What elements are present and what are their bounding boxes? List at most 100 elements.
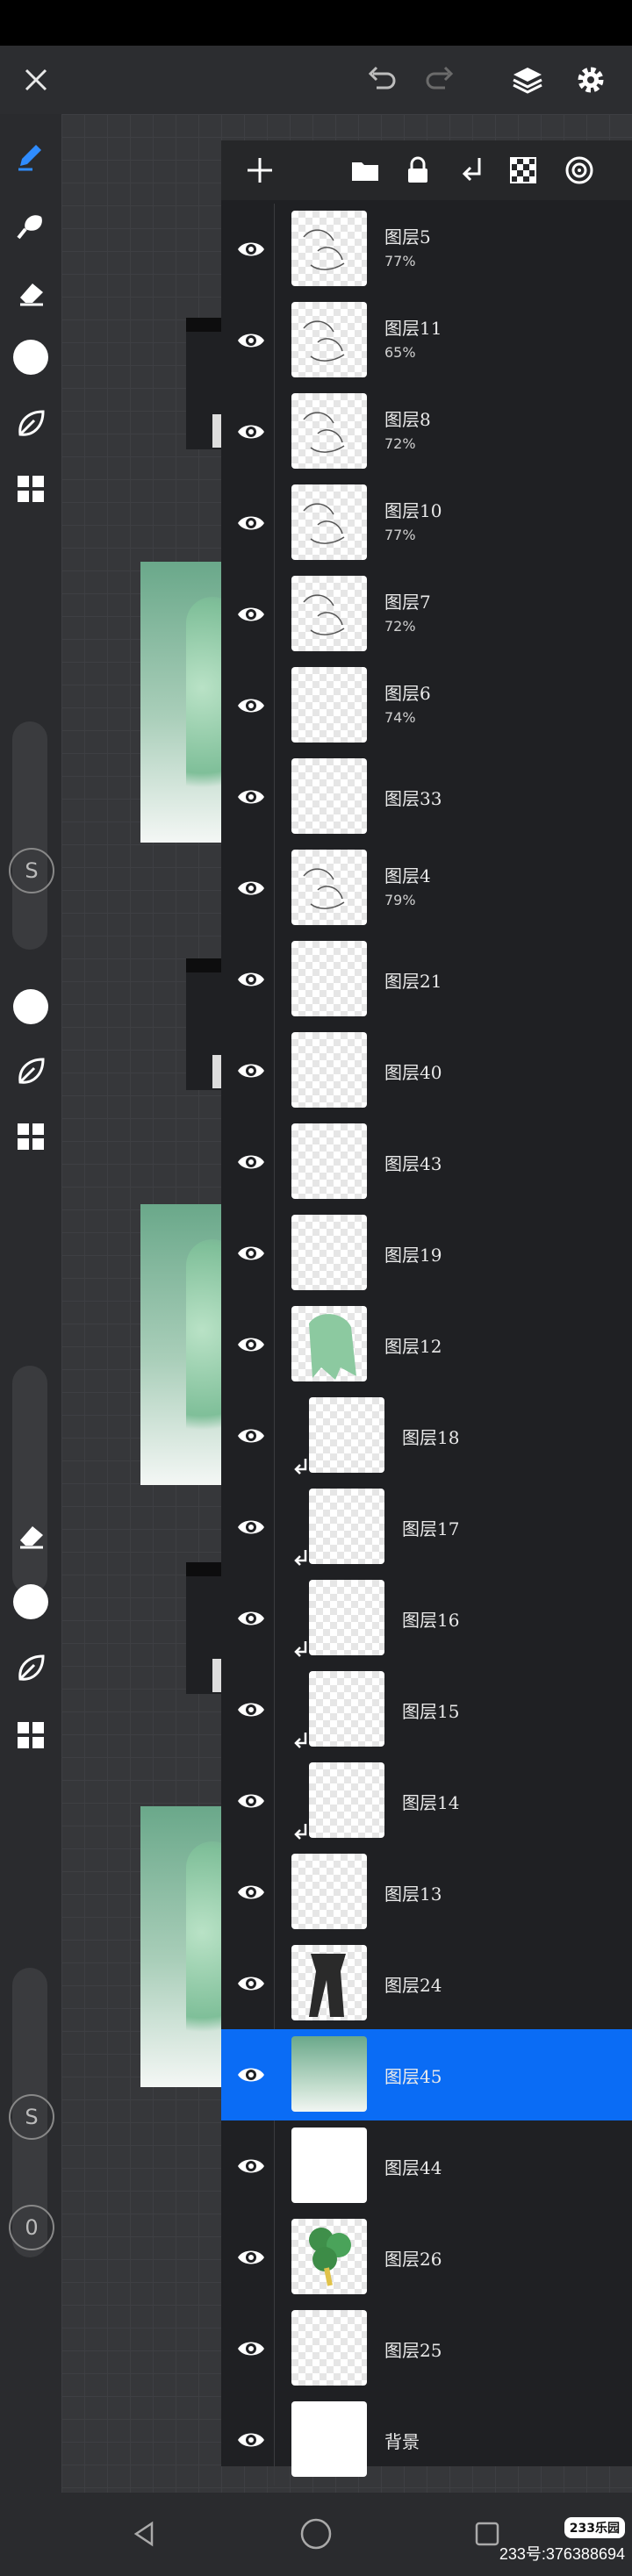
home-icon[interactable]	[292, 2510, 340, 2558]
layer-row[interactable]: 图层45	[221, 2029, 632, 2120]
layer-row[interactable]: 图层43	[221, 1116, 632, 1208]
visibility-eye-icon[interactable]	[228, 318, 274, 363]
layer-row[interactable]: 图层26	[221, 2212, 632, 2303]
layer-row[interactable]: 图层33	[221, 751, 632, 843]
pen-icon[interactable]	[7, 132, 54, 179]
visibility-eye-icon[interactable]	[228, 683, 274, 728]
visibility-eye-icon[interactable]	[228, 1869, 274, 1915]
color-swatch[interactable]	[7, 334, 54, 381]
visibility-eye-icon[interactable]	[228, 1048, 274, 1094]
layer-thumbnail[interactable]	[309, 1580, 384, 1655]
visibility-eye-icon[interactable]	[228, 409, 274, 455]
layer-row[interactable]: 图层25	[221, 2303, 632, 2394]
layer-thumbnail[interactable]	[291, 1215, 367, 1290]
layer-row[interactable]: 图层12	[221, 1299, 632, 1390]
close-icon[interactable]	[12, 56, 60, 104]
layer-row[interactable]: 图层5 77%	[221, 204, 632, 295]
smudge-icon[interactable]	[7, 202, 54, 249]
lock-icon[interactable]	[397, 149, 439, 191]
layer-row[interactable]: 图层4 79%	[221, 843, 632, 934]
color-swatch[interactable]	[7, 1578, 54, 1625]
visibility-eye-icon[interactable]	[228, 1687, 274, 1733]
visibility-eye-icon[interactable]	[228, 1961, 274, 2006]
eraser-icon[interactable]	[7, 1511, 54, 1559]
layer-thumbnail[interactable]	[291, 1306, 367, 1381]
brush-size-slider[interactable]	[12, 721, 47, 950]
layer-thumbnail[interactable]	[291, 2128, 367, 2203]
layer-thumbnail[interactable]	[291, 576, 367, 651]
leaf-icon[interactable]	[7, 400, 54, 448]
layer-row[interactable]: 图层40	[221, 1025, 632, 1116]
layer-row[interactable]: 图层7 72%	[221, 569, 632, 660]
add-layer-icon[interactable]	[239, 149, 281, 191]
gear-icon[interactable]	[567, 56, 614, 104]
visibility-eye-icon[interactable]	[228, 2143, 274, 2189]
color-swatch[interactable]	[7, 983, 54, 1030]
layer-thumbnail[interactable]	[291, 2219, 367, 2294]
visibility-eye-icon[interactable]	[228, 1413, 274, 1459]
visibility-eye-icon[interactable]	[228, 774, 274, 820]
checker-icon[interactable]	[502, 149, 544, 191]
modify-button[interactable]: S	[9, 2094, 54, 2140]
layer-thumbnail[interactable]	[291, 211, 367, 286]
layer-row[interactable]: 背景	[221, 2394, 632, 2486]
visibility-eye-icon[interactable]	[228, 1231, 274, 1276]
grid-icon[interactable]	[7, 1113, 54, 1160]
visibility-eye-icon[interactable]	[228, 957, 274, 1002]
modify-button[interactable]: S	[9, 848, 54, 893]
layer-thumbnail[interactable]	[291, 2310, 367, 2386]
undo-icon[interactable]	[358, 56, 406, 104]
layer-thumbnail[interactable]	[291, 393, 367, 469]
leaf-icon[interactable]	[7, 1048, 54, 1095]
visibility-eye-icon[interactable]	[228, 2326, 274, 2371]
visibility-eye-icon[interactable]	[228, 2417, 274, 2463]
layer-thumbnail[interactable]	[291, 302, 367, 377]
layer-thumbnail[interactable]	[291, 2036, 367, 2112]
target-icon[interactable]	[558, 149, 600, 191]
layers-icon[interactable]	[504, 56, 551, 104]
visibility-eye-icon[interactable]	[228, 226, 274, 272]
visibility-eye-icon[interactable]	[228, 500, 274, 546]
layer-row[interactable]: 图层18	[221, 1390, 632, 1482]
layer-row[interactable]: 图层8 72%	[221, 386, 632, 477]
layer-thumbnail[interactable]	[291, 1854, 367, 1929]
layer-thumbnail[interactable]	[291, 1032, 367, 1108]
back-icon[interactable]	[121, 2510, 169, 2558]
layer-row[interactable]: 图层24	[221, 1938, 632, 2029]
folder-icon[interactable]	[344, 149, 386, 191]
visibility-eye-icon[interactable]	[228, 1596, 274, 1641]
layer-thumbnail[interactable]	[309, 1762, 384, 1838]
layer-thumbnail[interactable]	[291, 1945, 367, 2020]
layer-row[interactable]: 图层15	[221, 1664, 632, 1755]
visibility-eye-icon[interactable]	[228, 2052, 274, 2098]
layer-row[interactable]: 图层10 77%	[221, 477, 632, 569]
layer-thumbnail[interactable]	[309, 1489, 384, 1564]
layer-row[interactable]: 图层44	[221, 2120, 632, 2212]
layer-row[interactable]: 图层16	[221, 1573, 632, 1664]
opacity-button[interactable]: 0	[9, 2205, 54, 2250]
layer-thumbnail[interactable]	[291, 484, 367, 560]
visibility-eye-icon[interactable]	[228, 1139, 274, 1185]
layer-row[interactable]: 图层17	[221, 1482, 632, 1573]
visibility-eye-icon[interactable]	[228, 1778, 274, 1824]
visibility-eye-icon[interactable]	[228, 592, 274, 637]
visibility-eye-icon[interactable]	[228, 1504, 274, 1550]
visibility-eye-icon[interactable]	[228, 2235, 274, 2280]
layer-row[interactable]: 图层19	[221, 1208, 632, 1299]
layer-thumbnail[interactable]	[309, 1671, 384, 1747]
layer-thumbnail[interactable]	[291, 2401, 367, 2477]
visibility-eye-icon[interactable]	[228, 1322, 274, 1367]
layer-thumbnail[interactable]	[291, 1123, 367, 1199]
layer-row[interactable]: 图层13	[221, 1847, 632, 1938]
visibility-eye-icon[interactable]	[228, 865, 274, 911]
layer-row[interactable]: 图层6 74%	[221, 660, 632, 751]
layer-thumbnail[interactable]	[291, 758, 367, 834]
merge-down-icon[interactable]	[451, 149, 493, 191]
layer-thumbnail[interactable]	[291, 850, 367, 925]
grid-icon[interactable]	[7, 465, 54, 513]
eraser-icon[interactable]	[7, 269, 54, 316]
layer-row[interactable]: 图层11 65%	[221, 295, 632, 386]
grid-icon[interactable]	[7, 1711, 54, 1759]
brush-size-slider[interactable]	[12, 1366, 47, 1594]
leaf-icon[interactable]	[7, 1645, 54, 1692]
